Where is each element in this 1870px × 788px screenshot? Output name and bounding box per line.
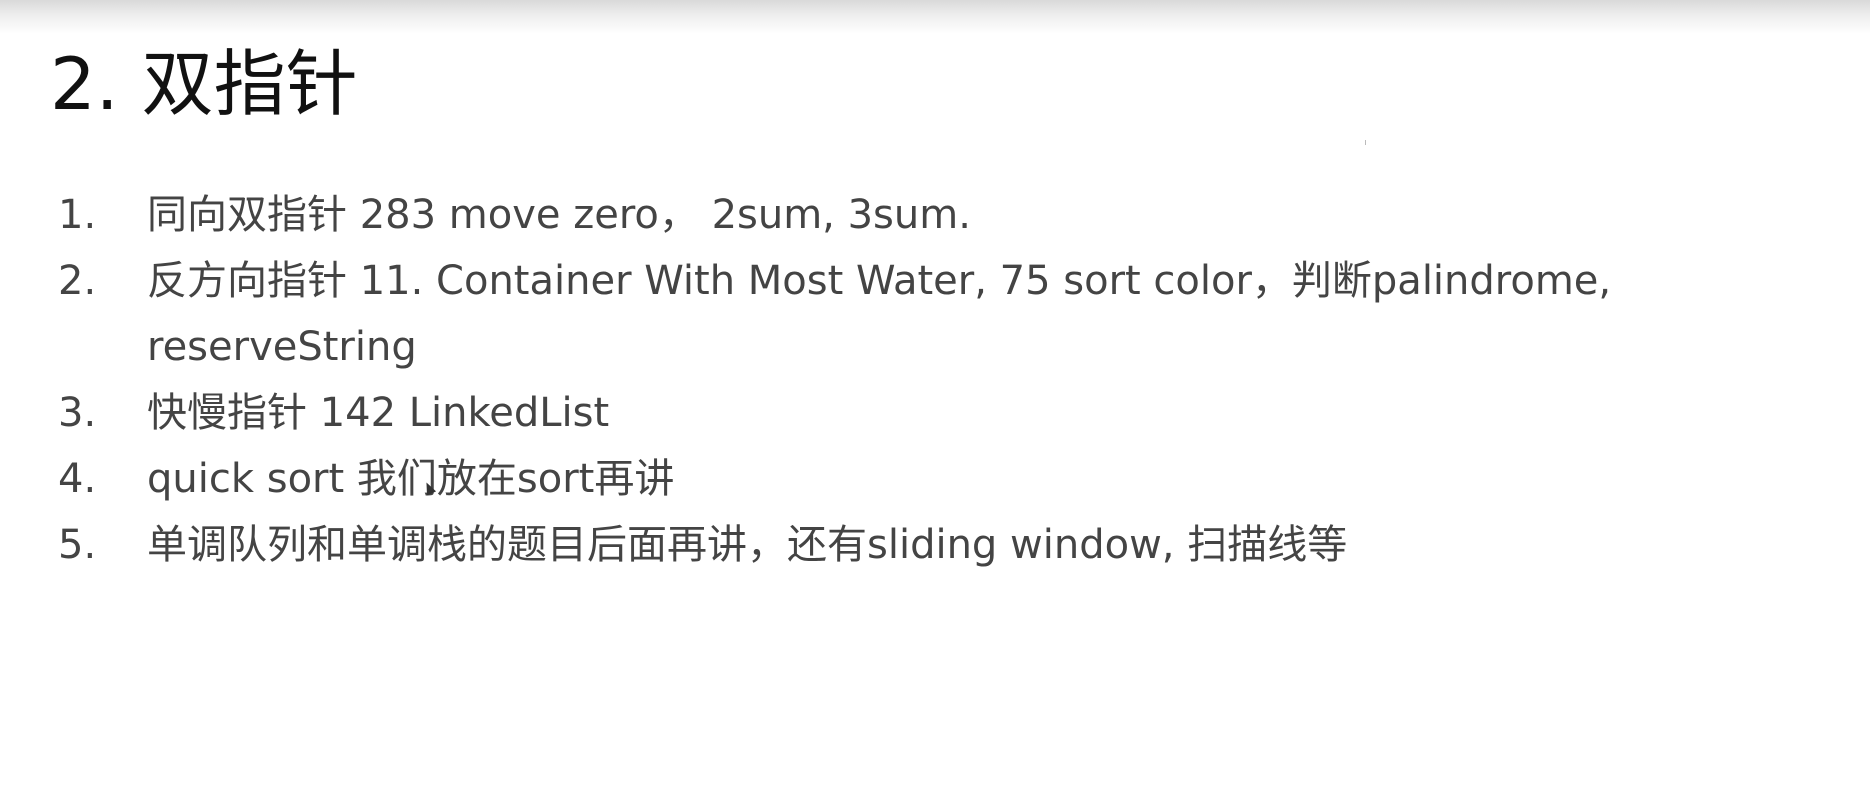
list-item: 3. 快慢指针 142 LinkedList xyxy=(0,380,1757,446)
list-item: 5. 单调队列和单调栈的题目后面再讲，还有sliding window, 扫描线… xyxy=(0,512,1757,578)
slide-title: 2. 双指针 xyxy=(50,42,358,126)
list-number: 3. xyxy=(58,390,97,436)
list-item: 2. 反方向指针 11. Container With Most Water, … xyxy=(0,248,1757,380)
list-text: 反方向指针 11. Container With Most Water, 75 … xyxy=(147,258,1612,370)
bullet-list: 1. 同向双指针 283 move zero， 2sum, 3sum. 2. 反… xyxy=(0,182,1870,578)
list-text: quick sort 我们放在sort再讲 xyxy=(147,456,675,502)
list-number: 5. xyxy=(58,522,97,568)
list-number: 1. xyxy=(58,192,97,238)
slide: 2. 双指针 1. 同向双指针 283 move zero， 2sum, 3su… xyxy=(0,0,1870,788)
top-shadow xyxy=(0,0,1870,34)
list-text: 单调队列和单调栈的题目后面再讲，还有sliding window, 扫描线等 xyxy=(147,522,1348,568)
list-number: 4. xyxy=(58,456,97,502)
artifact-mark xyxy=(1365,140,1366,145)
list-item: 1. 同向双指针 283 move zero， 2sum, 3sum. xyxy=(0,182,1757,248)
list-text: 同向双指针 283 move zero， 2sum, 3sum. xyxy=(147,192,971,238)
list-text: 快慢指针 142 LinkedList xyxy=(147,390,610,436)
list-item: 4. quick sort 我们放在sort再讲 xyxy=(0,446,1757,512)
list-number: 2. xyxy=(58,258,97,304)
